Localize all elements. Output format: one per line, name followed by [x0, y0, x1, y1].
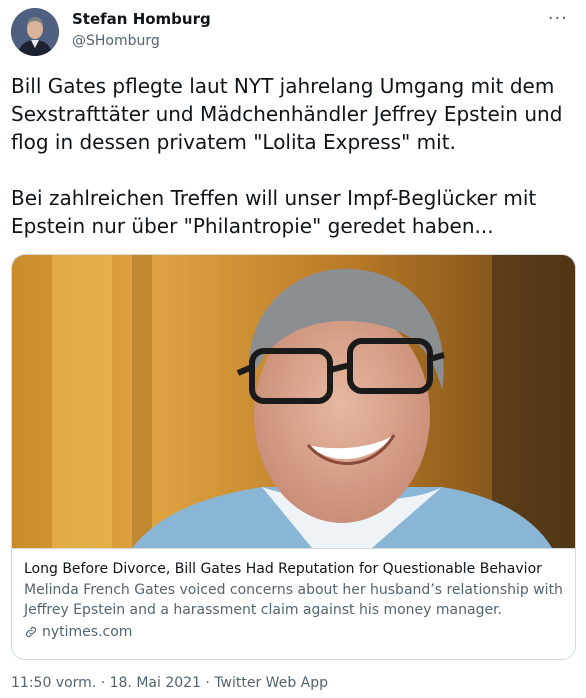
author-handle[interactable]: @SHomburg [72, 33, 160, 49]
tweet-date[interactable]: 18. Mai 2021 [110, 675, 201, 691]
tweet-paragraph-2: Bei zahlreichen Treffen will unser Impf-… [11, 186, 537, 238]
tweet-meta: 11:50 vorm. · 18. Mai 2021 · Twitter Web… [11, 675, 328, 691]
meta-separator: · [200, 675, 215, 691]
ellipsis-icon[interactable]: ··· [548, 8, 568, 29]
author-name[interactable]: Stefan Homburg [72, 10, 211, 28]
portrait-photo [12, 255, 575, 548]
card-domain-text: nytimes.com [42, 624, 133, 640]
link-icon [25, 626, 37, 638]
tweet-paragraph-1: Bill Gates pflegte laut NYT jahrelang Um… [11, 74, 563, 154]
card-title: Long Before Divorce, Bill Gates Had Repu… [24, 561, 542, 577]
tweet-source[interactable]: Twitter Web App [214, 675, 328, 691]
tweet-text: Bill Gates pflegte laut NYT jahrelang Um… [11, 72, 576, 240]
person-avatar-icon [11, 8, 59, 56]
card-description: Melinda French Gates voiced concerns abo… [24, 582, 563, 618]
avatar[interactable] [11, 8, 59, 56]
card-body: Long Before Divorce, Bill Gates Had Repu… [12, 548, 575, 659]
meta-separator: · [96, 675, 110, 691]
link-card[interactable]: Long Before Divorce, Bill Gates Had Repu… [11, 254, 576, 660]
card-domain: nytimes.com [24, 622, 563, 642]
tweet-time[interactable]: 11:50 vorm. [11, 675, 96, 691]
